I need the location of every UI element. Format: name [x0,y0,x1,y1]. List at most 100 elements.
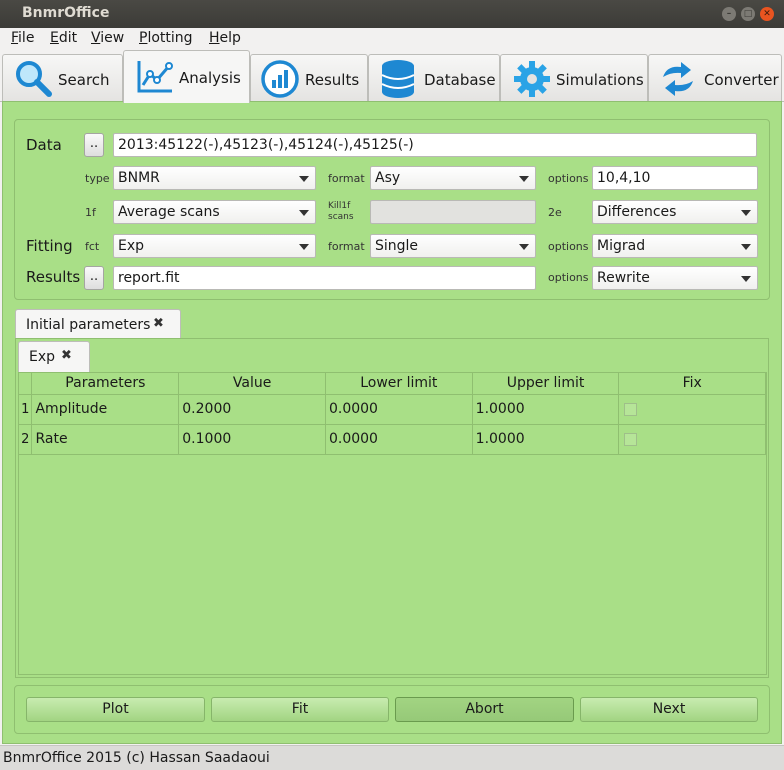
results-label: Results [26,268,81,286]
tab-search[interactable]: Search [2,54,123,102]
window-title: BnmrOffice [22,5,110,21]
param-value-cell[interactable]: 0.1000 [178,424,326,455]
column-header[interactable]: Fix [618,373,766,395]
gear-icon [514,61,550,97]
tab-analysis[interactable]: Analysis [123,50,250,103]
results-file-input[interactable]: report.fit [113,266,536,290]
kill-scans-input[interactable] [370,200,536,224]
search-icon [16,61,52,97]
tab-analysis-label: Analysis [179,69,241,87]
plot-button[interactable]: Plot [26,697,205,722]
menu-view[interactable]: View [91,30,124,46]
minimize-icon[interactable]: – [722,7,736,21]
abort-button[interactable]: Abort [395,697,574,722]
tab-simulations[interactable]: Simulations [500,54,648,102]
param-lower-cell[interactable]: 0.0000 [325,394,473,425]
row-number[interactable]: 1 [19,394,33,425]
bar-chart-icon [261,60,299,98]
fitting-label: Fitting [26,237,73,255]
main-tab-bar: Search Analysis Results Database Simulat… [0,50,784,103]
runs-input[interactable]: 2013:45122(-),45123(-),45124(-),45125(-) [113,133,757,157]
menu-edit[interactable]: Edit [50,30,77,46]
menu-file[interactable]: File [11,30,34,46]
tab-converter[interactable]: Converter [648,54,782,102]
param-value-cell[interactable]: 0.2000 [178,394,326,425]
tab-database[interactable]: Database [368,54,500,102]
param-name-cell[interactable]: Rate [31,424,180,455]
close-tab-icon[interactable]: ✖ [61,348,72,363]
f1-select[interactable]: Average scans [113,200,316,224]
row-number[interactable]: 2 [19,424,33,455]
tab-initial-parameters-label: Initial parameters [26,317,151,333]
chevron-down-icon [741,210,751,216]
fct-value: Exp [118,238,145,254]
status-bar: BnmrOffice 2015 (c) Hassan Saadaoui [0,745,784,770]
tab-converter-label: Converter [704,71,779,89]
corner-header[interactable] [19,373,33,395]
next-button[interactable]: Next [580,697,758,722]
results-options-select[interactable]: Rewrite [592,266,758,290]
data-label: Data [26,136,62,154]
chevron-down-icon [741,276,751,282]
menu-help[interactable]: Help [209,30,241,46]
chevron-down-icon [519,244,529,250]
convert-arrows-icon [663,62,693,96]
param-fix-cell[interactable] [618,394,766,425]
chevron-down-icon [299,210,309,216]
column-header[interactable]: Parameters [31,373,180,395]
tab-initial-parameters[interactable]: Initial parameters ✖ [15,309,181,339]
title-bar: BnmrOffice – □ ✕ [0,0,784,28]
chevron-down-icon [299,244,309,250]
fit-options-value: Migrad [597,238,646,254]
tab-database-label: Database [424,71,496,89]
status-text: BnmrOffice 2015 (c) Hassan Saadaoui [3,750,270,766]
data-browse-button[interactable]: .. [84,133,104,157]
fit-button[interactable]: Fit [211,697,389,722]
chevron-down-icon [299,176,309,182]
table-row: 2 Rate 0.1000 0.0000 1.0000 [19,424,766,455]
e2-value: Differences [597,204,677,220]
fit-format-value: Single [375,238,419,254]
maximize-icon[interactable]: □ [741,7,755,21]
data-options-label: options [548,172,589,185]
data-format-value: Asy [375,170,401,186]
fct-label: fct [85,240,100,253]
fct-select[interactable]: Exp [113,234,316,258]
tab-exp[interactable]: Exp ✖ [18,341,90,372]
menu-bar: File Edit View Plotting Help [0,28,784,50]
close-icon[interactable]: ✕ [760,7,774,21]
line-chart-icon [137,61,173,93]
fix-checkbox[interactable] [624,402,638,416]
data-format-label: format [328,172,365,185]
results-options-value: Rewrite [597,270,650,286]
chevron-down-icon [741,244,751,250]
column-header[interactable]: Upper limit [472,373,620,395]
results-browse-button[interactable]: .. [84,266,104,290]
tab-results-label: Results [305,71,360,89]
param-name-cell[interactable]: Amplitude [31,394,180,425]
type-select[interactable]: BNMR [113,166,316,190]
param-lower-cell[interactable]: 0.0000 [325,424,473,455]
close-tab-icon[interactable]: ✖ [153,316,164,331]
param-upper-cell[interactable]: 1.0000 [472,394,620,425]
fix-checkbox[interactable] [624,432,638,446]
type-value: BNMR [118,170,160,186]
type-label: type [85,172,110,185]
fit-format-select[interactable]: Single [370,234,536,258]
kill-scans-label: Kill1f scans [328,201,354,222]
param-fix-cell[interactable] [618,424,766,455]
data-format-select[interactable]: Asy [370,166,536,190]
tab-simulations-label: Simulations [556,71,644,89]
fit-format-label: format [328,240,365,253]
tab-search-label: Search [58,71,110,89]
chevron-down-icon [519,176,529,182]
param-upper-cell[interactable]: 1.0000 [472,424,620,455]
e2-label: 2e [548,206,562,219]
column-header[interactable]: Lower limit [325,373,473,395]
menu-plotting[interactable]: Plotting [139,30,193,46]
tab-results[interactable]: Results [250,54,368,102]
fit-options-select[interactable]: Migrad [592,234,758,258]
data-options-input[interactable]: 10,4,10 [592,166,758,190]
e2-select[interactable]: Differences [592,200,758,224]
column-header[interactable]: Value [178,373,326,395]
